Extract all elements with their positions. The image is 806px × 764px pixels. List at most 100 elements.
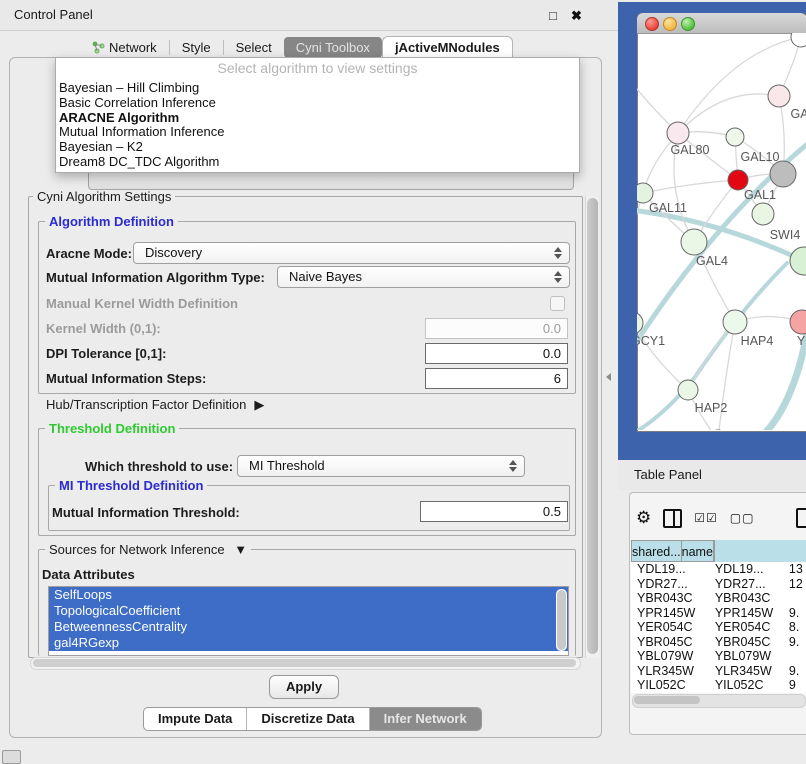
node-label: GAL11 bbox=[649, 201, 687, 215]
algorithm-dropdown-item[interactable]: Bayesian – K2 bbox=[59, 140, 576, 155]
table-header-cell[interactable] bbox=[714, 540, 715, 562]
network-canvas[interactable]: GALGAL80GAL10GAL1GAL11SWI4GAL4GCY1HAP4YH… bbox=[637, 33, 806, 430]
cell-name: YPR145W bbox=[709, 606, 783, 621]
network-node-hap2[interactable] bbox=[678, 380, 698, 400]
network-edge[interactable] bbox=[643, 180, 738, 193]
mi-steps-field[interactable]: 6 bbox=[425, 368, 568, 389]
tab-infer-network[interactable]: Infer Network bbox=[370, 708, 481, 730]
data-attribute-item[interactable]: gal4RGexp bbox=[49, 635, 568, 651]
cell-shared-name: YDR27... bbox=[631, 577, 709, 592]
data-attributes-listbox: SelfLoopsTopologicalCoefficientBetweenne… bbox=[48, 586, 569, 656]
algorithm-dropdown-item[interactable]: Bayesian – Hill Climbing bbox=[59, 81, 576, 96]
close-panel-icon[interactable]: ✖ bbox=[571, 8, 582, 24]
tab-select[interactable]: Select bbox=[224, 37, 284, 58]
listbox-scrollbar-thumb[interactable] bbox=[557, 590, 566, 650]
network-node-hap4[interactable] bbox=[723, 310, 747, 334]
data-attribute-item[interactable]: BetweennessCentrality bbox=[49, 619, 568, 635]
algorithm-dropdown-item[interactable]: Mutual Information Inference bbox=[59, 125, 576, 140]
cell-value bbox=[783, 591, 806, 606]
node-label: HAP2 bbox=[695, 401, 728, 415]
gear-icon[interactable]: ⚙ bbox=[636, 508, 651, 528]
settings-horizontal-scrollbar-thumb[interactable] bbox=[33, 659, 576, 667]
columns-icon[interactable] bbox=[663, 509, 682, 528]
data-attribute-item[interactable]: TopologicalCoefficient bbox=[49, 603, 568, 619]
settings-vertical-scrollbar-thumb[interactable] bbox=[587, 198, 598, 654]
network-window-titlebar[interactable] bbox=[637, 13, 806, 34]
table-row[interactable]: YDR27... YDR27... 12 bbox=[631, 577, 806, 592]
table-header-cell[interactable]: shared... bbox=[631, 540, 682, 562]
network-node-swi4[interactable] bbox=[752, 203, 774, 225]
network-node-gal4[interactable] bbox=[681, 229, 707, 255]
network-node-gal10[interactable] bbox=[726, 128, 744, 146]
data-attribute-item[interactable]: SelfLoops bbox=[49, 587, 568, 603]
hub-definition-toggle[interactable]: Hub/Transcription Factor Definition▶ bbox=[46, 397, 264, 413]
which-threshold-combobox[interactable]: MI Threshold bbox=[237, 455, 525, 477]
dpi-tolerance-field[interactable]: 0.0 bbox=[425, 343, 568, 364]
apply-button[interactable]: Apply bbox=[269, 675, 339, 699]
table-header-cell[interactable]: name bbox=[682, 540, 714, 562]
network-node-gal80[interactable] bbox=[667, 122, 689, 144]
algorithm-dropdown-item[interactable]: ARACNE Algorithm bbox=[59, 111, 576, 126]
table-row[interactable]: YBR045C YBR045C 9. bbox=[631, 635, 806, 650]
combo-stepper-icon bbox=[509, 460, 517, 472]
network-node-gal-pink[interactable] bbox=[768, 85, 790, 107]
network-node-gal11[interactable] bbox=[637, 183, 653, 203]
network-edge[interactable] bbox=[678, 94, 779, 133]
table-row[interactable]: YBL079W YBL079W bbox=[631, 649, 806, 664]
network-node-top-partial[interactable] bbox=[791, 33, 806, 47]
node-label: Y bbox=[797, 334, 806, 348]
cell-shared-name: YBR045C bbox=[631, 635, 709, 650]
network-tab-icon bbox=[92, 41, 105, 54]
algorithm-dropdown-item[interactable]: Dream8 DC_TDC Algorithm bbox=[59, 155, 576, 170]
window-minimize-button[interactable] bbox=[663, 17, 677, 31]
network-node-gray[interactable] bbox=[770, 161, 796, 187]
settings-horizontal-scrollbar[interactable] bbox=[30, 657, 581, 670]
table-row[interactable]: YIL052C YIL052C 9 bbox=[631, 678, 806, 693]
table-horizontal-scrollbar[interactable] bbox=[632, 694, 806, 708]
cell-value: 9. bbox=[783, 606, 806, 621]
deselect-all-checkboxes-icon[interactable]: ▢▢ bbox=[730, 511, 755, 525]
table-row[interactable]: YDL19... YDL19... 13 bbox=[631, 562, 806, 577]
settings-vertical-scrollbar[interactable] bbox=[585, 196, 599, 658]
cell-value: 13 bbox=[783, 562, 806, 577]
node-label: GAL4 bbox=[696, 254, 728, 268]
tab-jactivemnodules[interactable]: jActiveMNodules bbox=[382, 36, 513, 58]
table-horizontal-scrollbar-thumb[interactable] bbox=[634, 696, 700, 704]
sources-legend[interactable]: Sources for Network Inference ▼ bbox=[45, 542, 251, 557]
tab-style[interactable]: Style bbox=[170, 37, 223, 58]
listbox-scrollbar[interactable] bbox=[556, 589, 567, 651]
network-node-red[interactable] bbox=[728, 170, 748, 190]
select-all-checkboxes-icon[interactable]: ☑☑ bbox=[694, 511, 718, 525]
tab-select-label: Select bbox=[236, 40, 272, 55]
tab-discretize-data[interactable]: Discretize Data bbox=[247, 708, 369, 730]
table-row[interactable]: YBR043C YBR043C bbox=[631, 591, 806, 606]
algorithm-dropdown-item[interactable]: Basic Correlation Inference bbox=[59, 96, 576, 111]
cell-shared-name: YPR145W bbox=[631, 606, 709, 621]
collapse-down-icon: ▼ bbox=[234, 542, 247, 557]
cell-shared-name: YBR043C bbox=[631, 591, 709, 606]
mi-type-combobox[interactable]: Naive Bayes bbox=[277, 266, 570, 288]
mi-steps-label: Mutual Information Steps: bbox=[46, 371, 206, 386]
table-row[interactable]: YLR345W YLR345W 9. bbox=[631, 664, 806, 679]
tab-cyni-toolbox-label: Cyni Toolbox bbox=[296, 40, 370, 55]
table-row[interactable]: YER054C YER054C 8. bbox=[631, 620, 806, 635]
table-row[interactable]: YPR145W YPR145W 9. bbox=[631, 606, 806, 621]
network-node-salmon[interactable] bbox=[790, 310, 806, 334]
control-panel-title: Control Panel bbox=[14, 7, 93, 22]
manual-kernel-checkbox[interactable] bbox=[550, 296, 565, 311]
mi-threshold-field[interactable]: 0.5 bbox=[420, 501, 568, 522]
panel-divider-grip[interactable] bbox=[606, 373, 611, 381]
tab-network[interactable]: Network bbox=[80, 37, 169, 58]
cell-shared-name: YBL079W bbox=[631, 649, 709, 664]
tab-impute-data[interactable]: Impute Data bbox=[144, 708, 247, 730]
window-close-button[interactable] bbox=[645, 17, 659, 31]
network-node-big-right[interactable] bbox=[790, 247, 806, 275]
kernel-width-field[interactable]: 0.0 bbox=[425, 318, 568, 339]
node-table: shared...name YDL19... YDL19... 13 YDR27… bbox=[631, 540, 806, 693]
document-icon[interactable] bbox=[796, 508, 806, 528]
tab-cyni-toolbox[interactable]: Cyni Toolbox bbox=[284, 37, 382, 58]
float-panel-icon[interactable]: □ bbox=[549, 8, 557, 23]
window-zoom-button[interactable] bbox=[681, 17, 695, 31]
aracne-mode-combobox[interactable]: Discovery bbox=[133, 242, 570, 264]
node-label: GAL10 bbox=[741, 150, 780, 164]
